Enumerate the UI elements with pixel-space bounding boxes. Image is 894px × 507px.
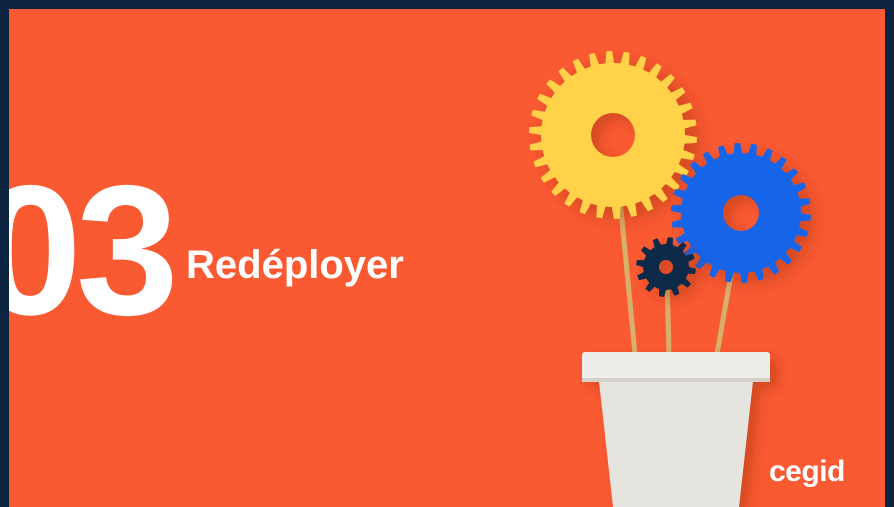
blue-gear-icon (671, 143, 811, 283)
yellow-gear-icon (529, 51, 697, 219)
flower-pot-gears-illustration (529, 51, 811, 507)
flower-pot-icon (582, 352, 770, 507)
navy-gear-icon (636, 237, 696, 297)
window-frame: 03 Redéployer cegid (0, 0, 894, 507)
slide: 03 Redéployer cegid (9, 9, 885, 507)
brand-logo: cegid (769, 455, 845, 488)
